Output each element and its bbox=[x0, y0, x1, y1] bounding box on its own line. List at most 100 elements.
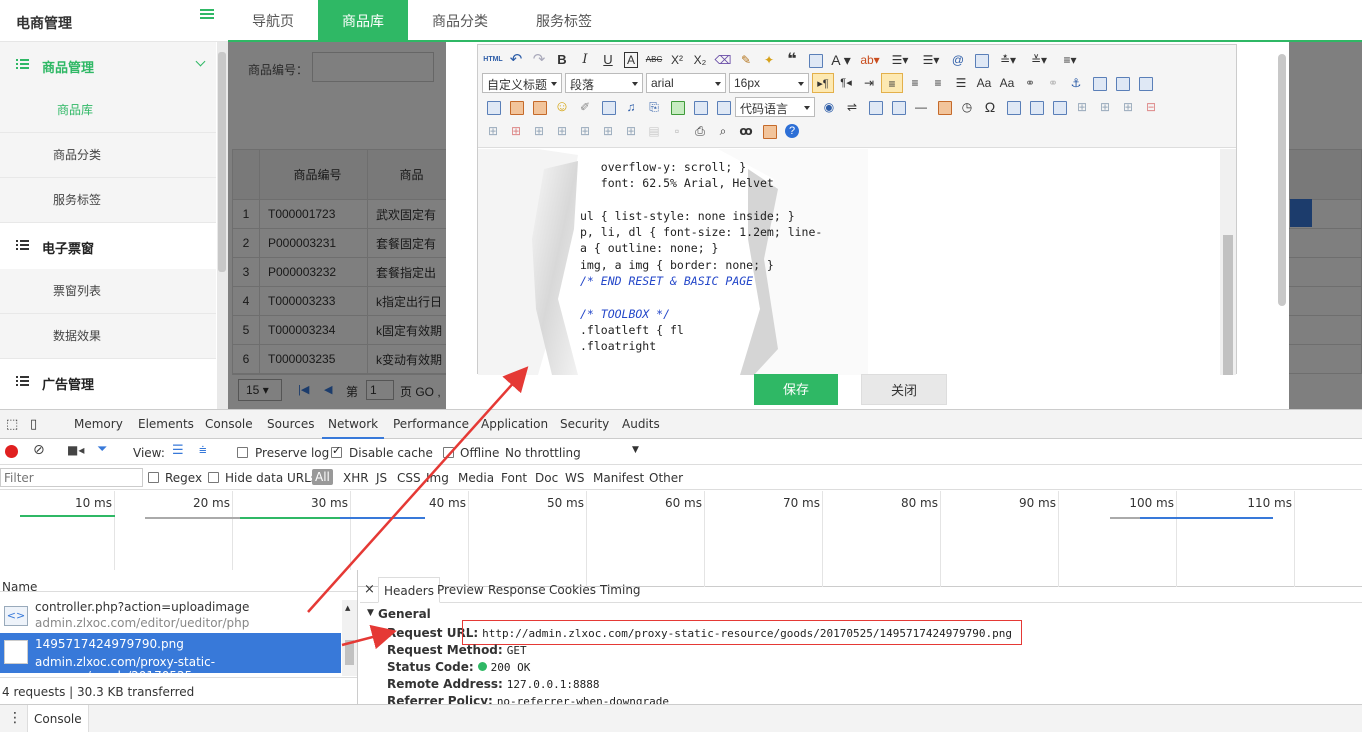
underline-icon[interactable]: U bbox=[597, 50, 619, 70]
date-icon[interactable] bbox=[933, 97, 955, 117]
scrawl-icon[interactable]: ✐ bbox=[574, 97, 596, 117]
line-height-icon[interactable]: ≡▾ bbox=[1055, 50, 1085, 70]
background-color-icon[interactable]: ab▾ bbox=[856, 50, 884, 70]
menu-toggle-icon[interactable] bbox=[200, 9, 214, 21]
delete-col-icon[interactable]: ⊞ bbox=[482, 121, 504, 141]
align-left-icon[interactable]: ≡ bbox=[881, 73, 903, 93]
type-img[interactable]: Img bbox=[426, 471, 449, 485]
type-manifest[interactable]: Manifest bbox=[593, 471, 644, 485]
sidebar-item-ticket-list[interactable]: 票窗列表 bbox=[0, 269, 216, 314]
tab-response[interactable]: Response bbox=[488, 583, 546, 597]
general-section[interactable]: General bbox=[378, 607, 431, 621]
editor-scrollbar[interactable] bbox=[1220, 149, 1236, 375]
gmap-icon[interactable] bbox=[689, 97, 711, 117]
align-right-icon[interactable]: ≡ bbox=[927, 73, 949, 93]
type-ws[interactable]: WS bbox=[565, 471, 584, 485]
delete-table-icon[interactable]: ⊞ bbox=[1071, 97, 1093, 117]
map-icon[interactable] bbox=[666, 97, 688, 117]
align-center-icon[interactable]: ≡ bbox=[904, 73, 926, 93]
chevron-down-icon[interactable]: ▼ bbox=[632, 445, 639, 455]
type-all[interactable]: All bbox=[312, 469, 333, 485]
console-drawer-tab[interactable]: Console bbox=[27, 705, 89, 732]
image-center-icon[interactable] bbox=[482, 97, 504, 117]
charts-icon[interactable]: ▤ bbox=[643, 121, 665, 141]
clear-doc-icon[interactable] bbox=[970, 50, 992, 70]
background-icon[interactable] bbox=[864, 97, 886, 117]
sidebar-group-product[interactable]: 商品管理 bbox=[0, 42, 216, 88]
italic-icon[interactable]: I bbox=[574, 50, 596, 70]
insert-frame-icon[interactable] bbox=[712, 97, 734, 117]
request-row[interactable]: <> controller.php?action=uploadimage adm… bbox=[0, 600, 357, 633]
unlink-icon[interactable]: ⚭ bbox=[1042, 73, 1064, 93]
paste-plain-icon[interactable] bbox=[804, 50, 826, 70]
inspect-icon[interactable]: ⬚ bbox=[6, 417, 18, 432]
row-spacing-bottom-icon[interactable]: ≚▾ bbox=[1024, 50, 1054, 70]
delete-row-icon[interactable]: ⊟ bbox=[1140, 97, 1162, 117]
indent-icon[interactable]: ⇥ bbox=[858, 73, 880, 93]
emotion-icon[interactable]: ☺ bbox=[551, 97, 573, 117]
lowercase-icon[interactable]: Aa bbox=[996, 73, 1018, 93]
tab-audits[interactable]: Audits bbox=[622, 417, 660, 431]
insert-col-icon[interactable]: ⊞ bbox=[1117, 97, 1139, 117]
tab-product-library[interactable]: 商品库 bbox=[318, 0, 408, 40]
save-button[interactable]: 保存 bbox=[754, 374, 838, 405]
drafts-icon[interactable] bbox=[758, 121, 780, 141]
editor-content[interactable]: overflow-y: scroll; } font: 62.5% Arial,… bbox=[478, 149, 1236, 375]
merge-cells-icon[interactable]: ⊞ bbox=[505, 121, 527, 141]
type-font[interactable]: Font bbox=[501, 471, 527, 485]
multi-image-icon[interactable] bbox=[528, 97, 550, 117]
sidebar-item-product-category[interactable]: 商品分类 bbox=[0, 133, 216, 178]
insert-video-icon[interactable] bbox=[597, 97, 619, 117]
bold-icon[interactable]: B bbox=[551, 50, 573, 70]
insert-table-icon[interactable] bbox=[1048, 97, 1070, 117]
attachment-icon[interactable]: ⎘ bbox=[643, 97, 665, 117]
split-cells-icon[interactable]: ⊞ bbox=[574, 121, 596, 141]
tab-product-category[interactable]: 商品分类 bbox=[408, 0, 512, 40]
tab-memory[interactable]: Memory bbox=[74, 417, 123, 431]
eraser-icon[interactable]: ⌫ bbox=[712, 50, 734, 70]
page-break-icon[interactable]: ⇌ bbox=[841, 97, 863, 117]
format-brush-icon[interactable]: ✎ bbox=[735, 50, 757, 70]
tab-console[interactable]: Console bbox=[205, 417, 253, 431]
row-spacing-top-icon[interactable]: ≛▾ bbox=[993, 50, 1023, 70]
preserve-log-checkbox[interactable] bbox=[237, 447, 248, 458]
tab-timing[interactable]: Timing bbox=[600, 583, 641, 597]
tab-performance[interactable]: Performance bbox=[393, 417, 469, 431]
tab-security[interactable]: Security bbox=[560, 417, 609, 431]
superscript-icon[interactable]: X² bbox=[666, 50, 688, 70]
disable-cache-checkbox[interactable] bbox=[331, 444, 342, 458]
tab-preview[interactable]: Preview bbox=[437, 583, 484, 597]
type-doc[interactable]: Doc bbox=[535, 471, 558, 485]
link-icon[interactable]: ⚭ bbox=[1019, 73, 1041, 93]
sidebar-item-product-library[interactable]: 商品库 bbox=[0, 88, 216, 133]
sidebar-item-data-effect[interactable]: 数据效果 bbox=[0, 314, 216, 359]
expand-icon[interactable]: ▼ bbox=[367, 608, 374, 618]
offline-checkbox[interactable] bbox=[443, 447, 454, 458]
sidebar-scrollbar[interactable] bbox=[217, 42, 228, 409]
html-source-icon[interactable]: HTML bbox=[482, 50, 504, 70]
tab-cookies[interactable]: Cookies bbox=[549, 583, 596, 597]
clear-icon[interactable]: ⊘ bbox=[33, 442, 45, 458]
tab-nav-home[interactable]: 导航页 bbox=[228, 0, 318, 40]
more-icon[interactable]: ⋮ bbox=[8, 710, 22, 726]
font-family-select[interactable]: arial bbox=[646, 73, 726, 93]
request-list-scrollbar[interactable]: ▲ bbox=[342, 600, 357, 676]
help-icon[interactable]: ? bbox=[781, 121, 803, 141]
rtl-icon[interactable]: ¶◂ bbox=[835, 73, 857, 93]
insert-row-icon[interactable]: ⊞ bbox=[1094, 97, 1116, 117]
sidebar-group-ads[interactable]: 广告管理 bbox=[0, 359, 216, 405]
music-icon[interactable]: ♫ bbox=[620, 97, 642, 117]
subscript-icon[interactable]: X₂ bbox=[689, 50, 711, 70]
blockquote-icon[interactable]: ❝ bbox=[781, 50, 803, 70]
merge-right-icon[interactable]: ⊞ bbox=[528, 121, 550, 141]
close-button[interactable]: 关闭 bbox=[861, 374, 947, 405]
request-row-selected[interactable]: 1495717424979790.png admin.zlxoc.com/pro… bbox=[0, 633, 341, 683]
filter-icon[interactable]: ⏷ bbox=[97, 442, 107, 457]
font-size-select[interactable]: 16px bbox=[729, 73, 809, 93]
sidebar-item-service-tags[interactable]: 服务标签 bbox=[0, 178, 216, 223]
split-rows-icon[interactable]: ⊞ bbox=[597, 121, 619, 141]
tab-headers[interactable]: Headers bbox=[378, 577, 440, 603]
split-cols-icon[interactable]: ⊞ bbox=[620, 121, 642, 141]
search-icon[interactable]: ꝏ bbox=[735, 121, 757, 141]
horizontal-rule-icon[interactable]: — bbox=[910, 97, 932, 117]
